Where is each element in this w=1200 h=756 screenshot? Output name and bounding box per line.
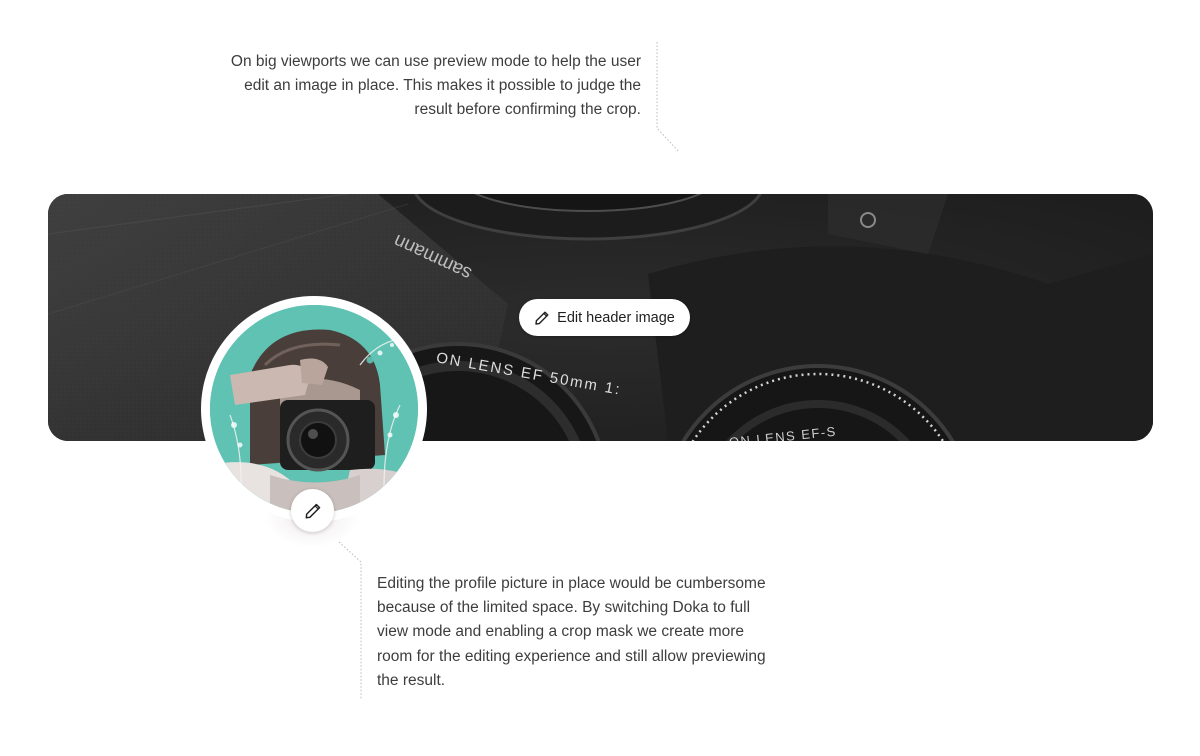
edit-profile-picture-button[interactable] xyxy=(291,489,334,532)
edit-header-image-button[interactable]: Edit header image xyxy=(519,299,690,336)
pencil-icon xyxy=(305,503,320,518)
pencil-icon xyxy=(535,311,549,325)
preview-mode-note: On big viewports we can use preview mode… xyxy=(230,53,641,118)
top-leader-line xyxy=(656,42,680,153)
profile-photo xyxy=(210,305,418,513)
edit-header-image-label: Edit header image xyxy=(557,309,675,326)
page: On big viewports we can use preview mode… xyxy=(0,0,1200,756)
full-view-mode-note: Editing the profile picture in place wou… xyxy=(377,575,766,689)
bottom-leader-line xyxy=(338,541,362,700)
